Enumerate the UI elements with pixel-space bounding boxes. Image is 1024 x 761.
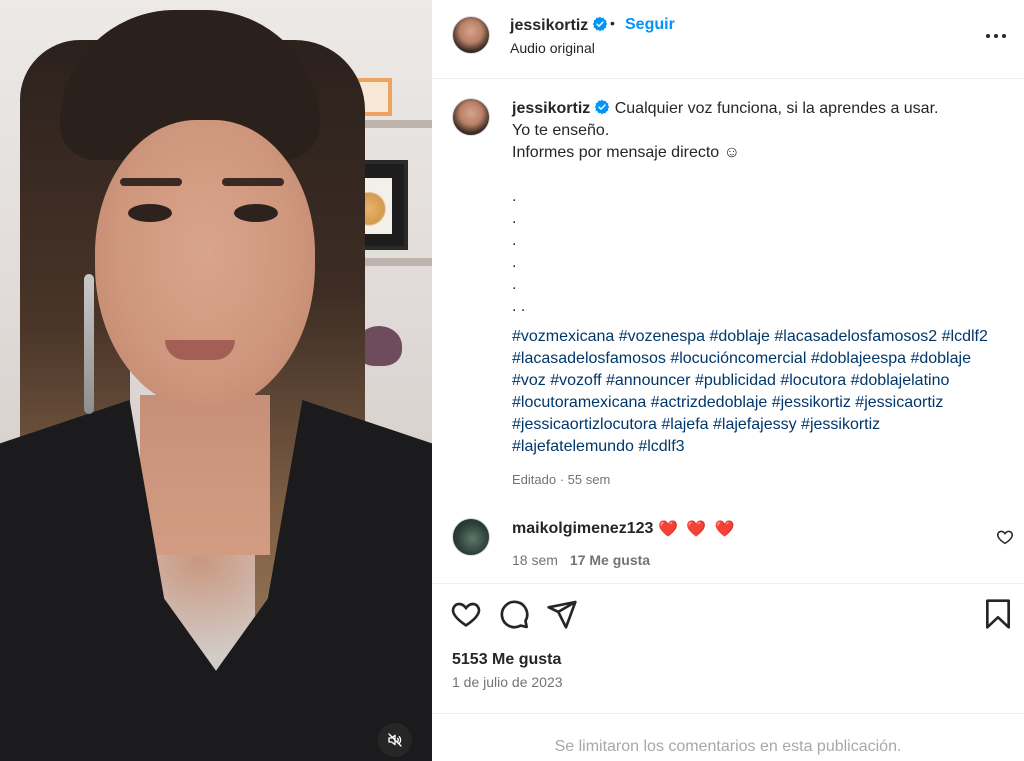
comment-meta: 18 sem 17 Me gusta <box>512 552 650 568</box>
post-caption: jessikortiz Cualquier voz funciona, si l… <box>432 80 1024 500</box>
caption-line-3: Informes por mensaje directo ☺ <box>512 144 740 161</box>
caption-text: jessikortiz Cualquier voz funciona, si l… <box>512 98 1002 458</box>
video-subject-face <box>95 120 315 410</box>
caption-line-2: Yo te enseño. <box>512 122 610 139</box>
video-subject-eye <box>234 204 278 222</box>
comments-limited-notice: Se limitaron los comentarios en esta pub… <box>432 713 1024 761</box>
caption-dot: . <box>512 210 517 227</box>
author-username[interactable]: jessikortiz <box>510 16 608 35</box>
bookmark-icon[interactable] <box>982 598 1014 630</box>
caption-dot: . <box>512 254 517 271</box>
video-subject-mouth <box>165 340 235 360</box>
edited-timestamp: Editado · 55 sem <box>512 472 611 487</box>
header-separator: • <box>610 15 615 31</box>
caption-dot: . . <box>512 298 526 315</box>
post-actions: 5153 Me gusta 1 de julio de 2023 <box>432 583 1024 713</box>
caption-line-1: Cualquier voz funciona, si la aprendes a… <box>614 100 939 117</box>
verified-badge-icon <box>594 99 610 115</box>
caption-dot: . <box>512 232 517 249</box>
post-date: 1 de julio de 2023 <box>452 674 563 690</box>
post-sidebar: jessikortiz • Seguir Audio original jess… <box>432 0 1024 761</box>
author-avatar[interactable] <box>452 16 490 54</box>
commenter-avatar[interactable] <box>452 518 490 556</box>
video-subject-eye <box>128 204 172 222</box>
caption-hashtags[interactable]: #vozmexicana #vozenespa #doblaje #lacasa… <box>512 326 1002 458</box>
post-header: jessikortiz • Seguir Audio original <box>432 0 1024 79</box>
speaker-muted-icon <box>388 733 402 747</box>
video-subject-brow <box>120 178 182 186</box>
comment-likes[interactable]: 17 Me gusta <box>570 552 650 568</box>
caption-dot: . <box>512 188 517 205</box>
heart-icon[interactable] <box>450 598 482 630</box>
mute-button[interactable] <box>378 723 412 757</box>
heart-outline-icon[interactable] <box>996 528 1014 546</box>
video-subject-brow <box>222 178 284 186</box>
comment-age: 18 sem <box>512 552 558 568</box>
comment-text: ❤️ ❤️ ❤️ <box>658 521 737 538</box>
caption-author-avatar[interactable] <box>452 98 490 136</box>
share-icon[interactable] <box>546 598 578 630</box>
video-subject-earring <box>84 274 94 414</box>
verified-badge-icon <box>592 16 608 32</box>
commenter-username[interactable]: maikolgimenez123 <box>512 520 653 538</box>
video-subject-neck <box>140 395 270 555</box>
audio-original-link[interactable]: Audio original <box>510 40 595 56</box>
comment-item: maikolgimenez123 ❤️ ❤️ ❤️ 18 sem 17 Me gu… <box>432 506 1024 582</box>
author-username-text[interactable]: jessikortiz <box>510 17 588 34</box>
comment-icon[interactable] <box>498 598 530 630</box>
caption-username[interactable]: jessikortiz <box>512 100 590 117</box>
likes-count[interactable]: 5153 Me gusta <box>452 651 561 669</box>
caption-dot: . <box>512 276 517 293</box>
more-options-icon[interactable] <box>984 26 1008 46</box>
post-video[interactable] <box>0 0 432 761</box>
follow-button[interactable]: Seguir <box>625 16 675 34</box>
